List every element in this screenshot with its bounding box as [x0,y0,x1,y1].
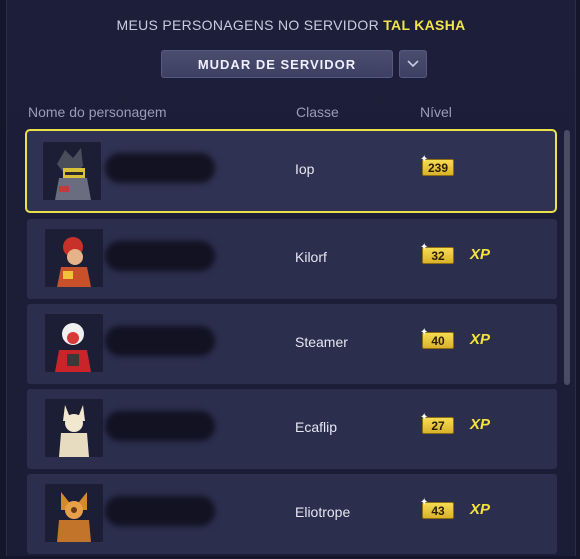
level-value: 239 [427,160,449,175]
character-name-redacted [105,496,215,526]
sparkle-icon: ✦ [420,497,429,508]
scrollbar[interactable] [564,130,570,385]
character-class: Eliotrope [295,504,351,520]
character-row[interactable]: Eliotrope ✦ 43 XP [27,474,557,554]
character-class: Steamer [295,334,348,350]
sparkle-icon: ✦ [420,412,429,423]
character-list: Iop ✦ 239 Kilorf ✦ 32 XP Steamer ✦ 40 XP… [25,129,557,559]
character-class: Kilorf [295,249,327,265]
level-value: 43 [431,503,445,518]
avatar [45,399,103,457]
sparkle-icon: ✦ [420,327,429,338]
change-server-button[interactable]: MUDAR DE SERVIDOR [161,50,393,78]
avatar [45,229,103,287]
character-row[interactable]: Iop ✦ 239 [25,129,557,213]
character-name-redacted [105,411,215,441]
server-dropdown-button[interactable] [399,50,427,78]
avatar [45,484,103,542]
server-controls: MUDAR DE SERVIDOR [161,50,427,78]
column-class: Classe [296,104,339,120]
character-row[interactable]: Steamer ✦ 40 XP [27,304,557,384]
avatar [43,142,101,200]
sparkle-icon: ✦ [420,154,429,165]
level-badge: ✦ 43 [420,497,454,519]
xp-label: XP [470,416,491,433]
level-badge: ✦ 40 [420,327,454,349]
character-name-redacted [105,326,215,356]
character-row[interactable]: Ecaflip ✦ 27 XP [27,389,557,469]
column-level: Nível [420,104,452,120]
character-class: Ecaflip [295,419,338,435]
character-row[interactable]: Kilorf ✦ 32 XP [27,219,557,299]
character-name-redacted [105,241,215,271]
level-value: 32 [431,248,445,263]
level-badge: ✦ 27 [420,412,454,434]
level-badge: ✦ 239 [420,154,454,176]
xp-label: XP [470,501,491,518]
xp-label: XP [470,331,491,348]
server-name: TAL KASHA [383,17,466,33]
column-name: Nome do personagem [28,104,167,120]
level-value: 40 [431,333,445,348]
level-value: 27 [431,418,445,433]
title-prefix: MEUS PERSONAGENS NO SERVIDOR [116,17,380,33]
character-panel: MEUS PERSONAGENS NO SERVIDOR TAL KASHA M… [6,0,576,556]
page-title: MEUS PERSONAGENS NO SERVIDOR TAL KASHA [7,17,575,33]
sparkle-icon: ✦ [420,242,429,253]
character-class: Iop [295,161,315,177]
level-badge: ✦ 32 [420,242,454,264]
xp-label: XP [470,246,491,263]
chevron-down-icon [407,60,419,68]
character-name-redacted [105,153,215,183]
avatar [45,314,103,372]
